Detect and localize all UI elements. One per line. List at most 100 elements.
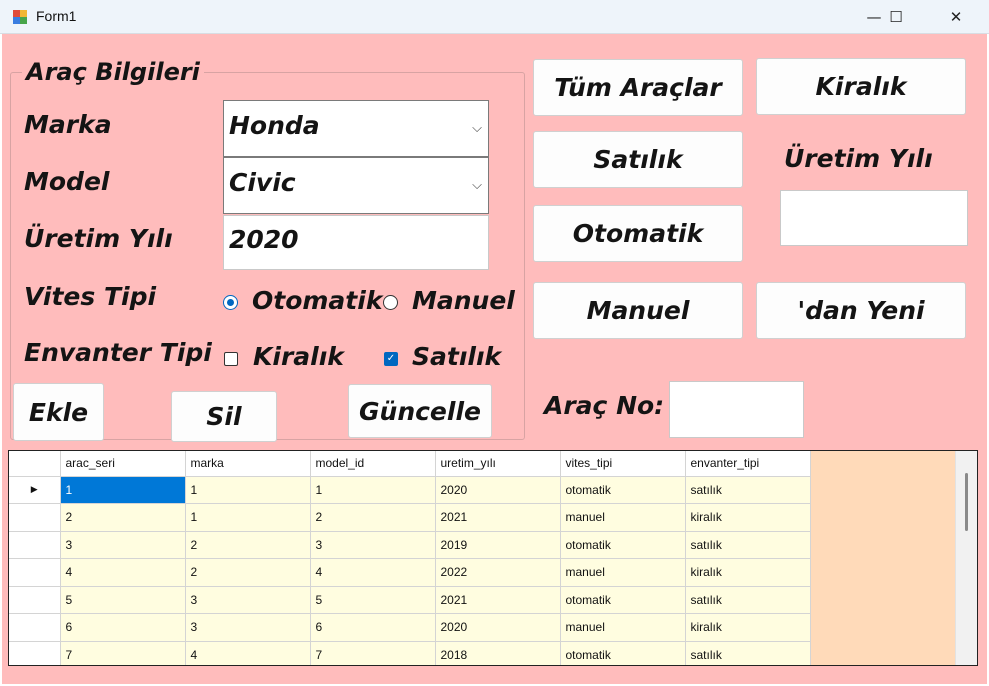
model-combobox[interactable]: Civic ⌵: [223, 157, 489, 214]
table-cell[interactable]: manuel: [560, 503, 686, 532]
table-cell[interactable]: satılık: [685, 586, 811, 614]
table-cell[interactable]: manuel: [560, 613, 686, 642]
table-cell[interactable]: otomatik: [560, 586, 686, 614]
table-cell[interactable]: 1: [310, 476, 436, 504]
table-cell[interactable]: satılık: [685, 531, 811, 559]
sil-button[interactable]: Sil: [171, 391, 277, 442]
manuel-radio-label[interactable]: Manuel: [412, 286, 515, 315]
kiralik-checkbox-label[interactable]: Kiralık: [253, 342, 344, 371]
table-cell[interactable]: 2019: [435, 531, 561, 559]
arac-datagrid[interactable]: arac_seri marka model_id uretim_yılı vit…: [8, 450, 978, 666]
uretim-yili-value: 2020: [229, 225, 299, 254]
maximize-icon: ☐: [889, 7, 903, 26]
table-row[interactable]: ▶ 1 1 1 2020 otomatik satılık: [9, 476, 811, 504]
column-header[interactable]: envanter_tipi: [685, 451, 811, 477]
table-cell[interactable]: 3: [185, 586, 311, 614]
kiralik-filter-button[interactable]: Kiralık: [756, 58, 966, 115]
app-icon: [13, 10, 27, 24]
column-header[interactable]: model_id: [310, 451, 436, 477]
table-cell[interactable]: 1: [185, 476, 311, 504]
vertical-scrollbar[interactable]: [955, 451, 977, 665]
scrollbar-thumb[interactable]: [965, 473, 968, 531]
row-header[interactable]: [9, 503, 61, 532]
table-cell[interactable]: 1: [60, 476, 186, 504]
arac-no-label: Araç No:: [544, 391, 665, 420]
table-cell[interactable]: otomatik: [560, 476, 686, 504]
satilik-filter-button[interactable]: Satılık: [533, 131, 743, 188]
table-cell[interactable]: 2021: [435, 586, 561, 614]
table-cell[interactable]: 2: [185, 531, 311, 559]
table-cell[interactable]: kiralık: [685, 613, 811, 642]
close-button[interactable]: ✕: [933, 0, 979, 33]
column-header[interactable]: vites_tipi: [560, 451, 686, 477]
row-header[interactable]: ▶: [9, 476, 61, 504]
table-cell[interactable]: 1: [185, 503, 311, 532]
table-cell[interactable]: 5: [310, 586, 436, 614]
otomatik-radio[interactable]: [223, 295, 238, 310]
row-header[interactable]: [9, 531, 61, 559]
table-row[interactable]: 6 3 6 2020 manuel kiralık: [9, 613, 811, 642]
table-cell[interactable]: 6: [60, 613, 186, 642]
marka-label: Marka: [24, 110, 112, 139]
maximize-button[interactable]: ☐: [873, 0, 919, 33]
row-header[interactable]: [9, 641, 61, 665]
satilik-checkbox[interactable]: ✓: [384, 352, 398, 366]
table-cell[interactable]: kiralık: [685, 558, 811, 587]
grid-header-row: arac_seri marka model_id uretim_yılı vit…: [9, 451, 811, 477]
uretim-yili-input[interactable]: 2020: [223, 215, 489, 270]
satilik-checkbox-label[interactable]: Satılık: [412, 342, 501, 371]
table-cell[interactable]: 2020: [435, 613, 561, 642]
table-cell[interactable]: satılık: [685, 641, 811, 665]
ekle-button[interactable]: Ekle: [13, 383, 104, 441]
row-header[interactable]: [9, 586, 61, 614]
table-cell[interactable]: 2: [60, 503, 186, 532]
marka-combobox[interactable]: Honda ⌵: [223, 100, 489, 157]
table-row[interactable]: 2 1 2 2021 manuel kiralık: [9, 503, 811, 532]
column-header[interactable]: arac_seri: [60, 451, 186, 477]
table-cell[interactable]: 2018: [435, 641, 561, 665]
dan-yeni-button[interactable]: 'dan Yeni: [756, 282, 966, 339]
table-cell[interactable]: kiralık: [685, 503, 811, 532]
manuel-filter-button[interactable]: Manuel: [533, 282, 743, 339]
table-row[interactable]: 4 2 4 2022 manuel kiralık: [9, 558, 811, 587]
table-row[interactable]: 3 2 3 2019 otomatik satılık: [9, 531, 811, 559]
otomatik-radio-label[interactable]: Otomatik: [252, 286, 382, 315]
table-cell[interactable]: 2020: [435, 476, 561, 504]
table-cell[interactable]: 5: [60, 586, 186, 614]
envanter-tipi-label: Envanter Tipi: [24, 338, 212, 367]
table-row[interactable]: 7 4 7 2018 otomatik satılık: [9, 641, 811, 665]
table-cell[interactable]: 4: [310, 558, 436, 587]
window-title: Form1: [36, 8, 77, 24]
form-client-area: Araç Bilgileri Marka Honda ⌵ Model Civic…: [2, 34, 987, 684]
table-row[interactable]: 5 3 5 2021 otomatik satılık: [9, 586, 811, 614]
table-cell[interactable]: 3: [60, 531, 186, 559]
table-cell[interactable]: 3: [310, 531, 436, 559]
manuel-radio[interactable]: [383, 295, 398, 310]
table-cell[interactable]: 2021: [435, 503, 561, 532]
table-cell[interactable]: 2: [185, 558, 311, 587]
kiralik-checkbox[interactable]: [224, 352, 238, 366]
table-cell[interactable]: otomatik: [560, 641, 686, 665]
filter-uretim-yili-input[interactable]: [780, 190, 968, 246]
table-cell[interactable]: 6: [310, 613, 436, 642]
row-header[interactable]: [9, 613, 61, 642]
table-cell[interactable]: 7: [60, 641, 186, 665]
table-cell[interactable]: 4: [185, 641, 311, 665]
guncelle-button[interactable]: Güncelle: [348, 384, 492, 438]
table-cell[interactable]: 7: [310, 641, 436, 665]
tum-araclar-button[interactable]: Tüm Araçlar: [533, 59, 743, 116]
arac-no-input[interactable]: [669, 381, 804, 438]
column-header[interactable]: marka: [185, 451, 311, 477]
otomatik-filter-button[interactable]: Otomatik: [533, 205, 743, 262]
table-cell[interactable]: satılık: [685, 476, 811, 504]
table-cell[interactable]: 4: [60, 558, 186, 587]
column-header[interactable]: uretim_yılı: [435, 451, 561, 477]
row-header[interactable]: [9, 558, 61, 587]
table-cell[interactable]: 2022: [435, 558, 561, 587]
table-cell[interactable]: manuel: [560, 558, 686, 587]
marka-value: Honda: [229, 111, 320, 140]
table-cell[interactable]: 2: [310, 503, 436, 532]
table-cell[interactable]: 3: [185, 613, 311, 642]
grid-body: ▶ 1 1 1 2020 otomatik satılık 2 1 2 2021 manuel kira…: [9, 476, 811, 665]
table-cell[interactable]: otomatik: [560, 531, 686, 559]
